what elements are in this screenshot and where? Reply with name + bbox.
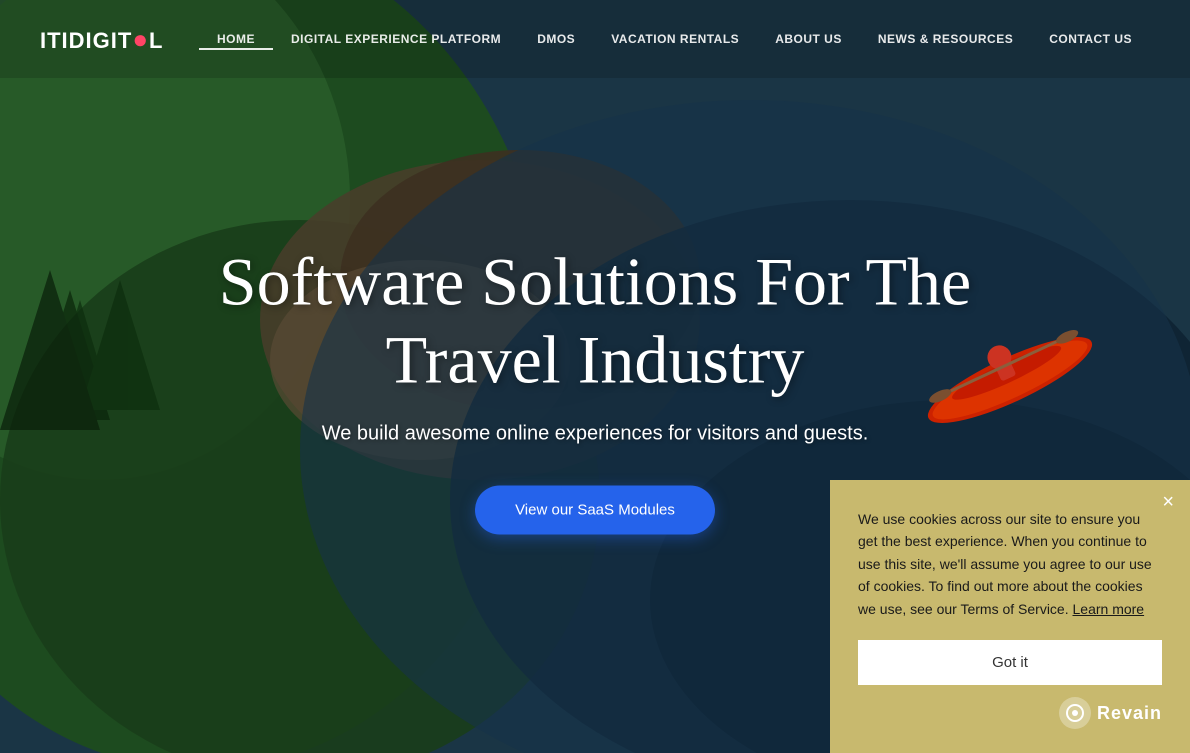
revain-icon: [1059, 697, 1091, 729]
hero-title: Software Solutions For The Travel Indust…: [165, 242, 1025, 398]
navbar: ITIDIGIT●L HOME DIGITAL EXPERIENCE PLATF…: [0, 0, 1190, 78]
hero-subtitle: We build awesome online experiences for …: [165, 422, 1025, 445]
got-it-button[interactable]: Got it: [858, 640, 1162, 685]
nav-item-news[interactable]: NEWS & RESOURCES: [860, 32, 1031, 46]
cookie-message: We use cookies across our site to ensure…: [858, 508, 1162, 620]
nav-item-home[interactable]: HOME: [199, 32, 273, 50]
learn-more-link[interactable]: Learn more: [1073, 601, 1145, 617]
nav-item-vacation-rentals[interactable]: VACATION RENTALS: [593, 32, 757, 46]
nav-item-dmos[interactable]: DMOS: [519, 32, 593, 46]
revain-branding: Revain: [858, 697, 1162, 729]
logo-dot: ●: [132, 24, 149, 54]
logo[interactable]: ITIDIGIT●L: [40, 24, 164, 55]
nav-item-about-us[interactable]: ABOUT US: [757, 32, 860, 46]
nav-item-digital-experience[interactable]: DIGITAL EXPERIENCE PLATFORM: [273, 32, 519, 46]
cta-button[interactable]: View our SaaS Modules: [475, 485, 715, 534]
nav-item-contact-us[interactable]: CONTACT US: [1031, 32, 1150, 46]
logo-text: ITIDIGIT●L: [40, 24, 164, 55]
revain-text: Revain: [1097, 703, 1162, 724]
cookie-banner: × We use cookies across our site to ensu…: [830, 480, 1190, 753]
cookie-close-button[interactable]: ×: [1162, 492, 1174, 512]
nav-links: HOME DIGITAL EXPERIENCE PLATFORM DMOS VA…: [199, 30, 1150, 48]
